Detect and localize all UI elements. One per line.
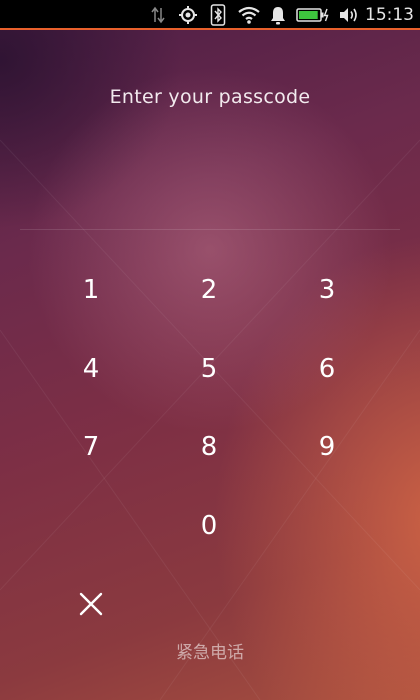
key-9[interactable]: 9: [277, 419, 377, 475]
notification-bell-icon: [268, 4, 288, 26]
delete-button[interactable]: [61, 579, 121, 629]
key-6[interactable]: 6: [277, 341, 377, 397]
key-1[interactable]: 1: [41, 262, 141, 318]
volume-icon: [337, 4, 361, 26]
close-icon: [79, 592, 103, 616]
key-3[interactable]: 3: [277, 262, 377, 318]
passcode-prompt: Enter your passcode: [109, 86, 311, 108]
status-clock: 15:13: [365, 5, 414, 25]
status-bar: 15:13: [0, 0, 420, 30]
key-2[interactable]: 2: [159, 262, 259, 318]
key-0[interactable]: 0: [159, 498, 259, 554]
key-4[interactable]: 4: [41, 341, 141, 397]
lock-screen: 15:13 Enter your passcode 1 2 3 4 5 6 7 …: [0, 0, 420, 700]
emergency-call-button[interactable]: 紧急电话: [0, 638, 420, 663]
passcode-input-field[interactable]: [20, 229, 400, 230]
bluetooth-icon: [208, 4, 228, 26]
battery-charging-icon: [295, 4, 331, 26]
location-icon: [177, 4, 199, 26]
key-7[interactable]: 7: [41, 419, 141, 475]
data-transfer-icon: [148, 4, 168, 26]
key-5[interactable]: 5: [159, 341, 259, 397]
key-8[interactable]: 8: [159, 419, 259, 475]
wifi-icon: [236, 4, 262, 26]
